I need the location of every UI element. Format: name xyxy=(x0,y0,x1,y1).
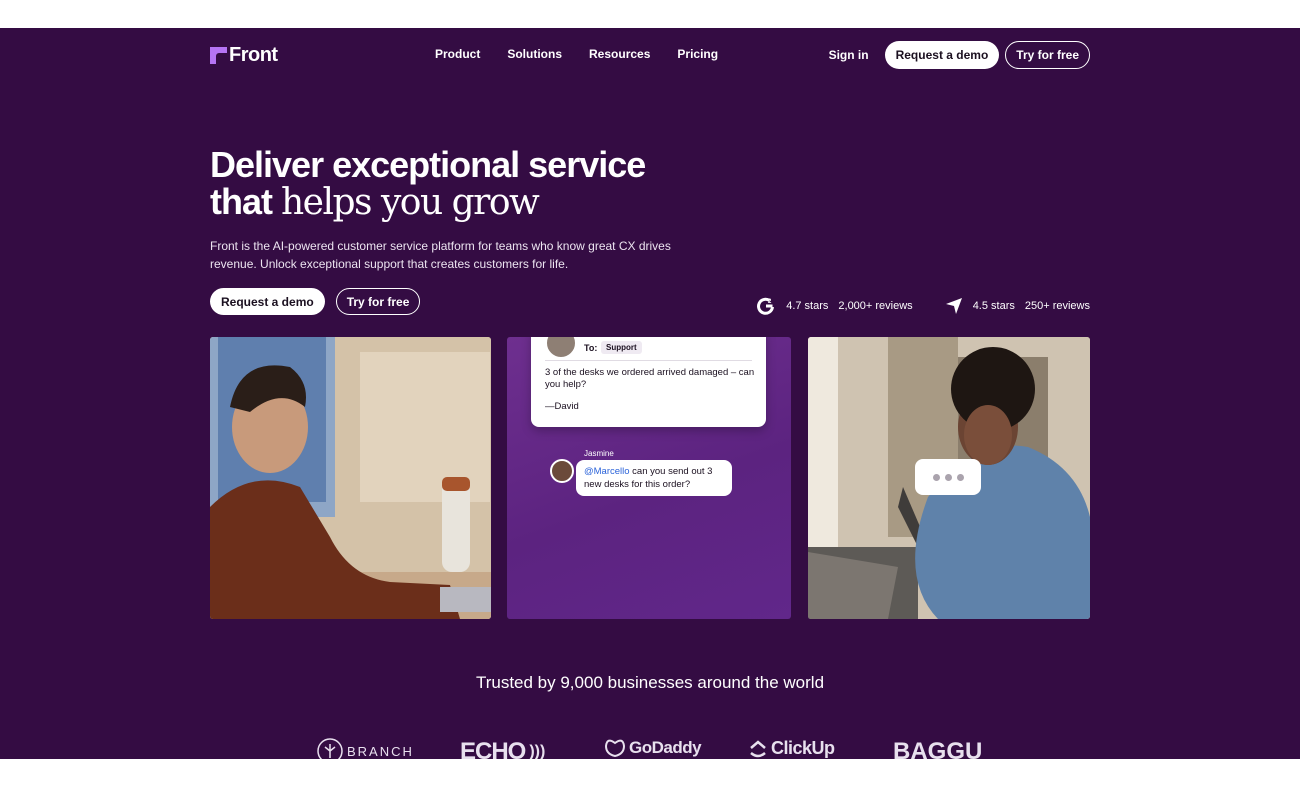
headline-line-2-serif: helps you grow xyxy=(281,182,540,223)
headline-line-1: Deliver exceptional service xyxy=(210,144,646,185)
chat-mention: @Marcello xyxy=(584,466,630,477)
capterra-icon xyxy=(945,298,962,314)
clickup-wordmark: ClickUp xyxy=(771,738,835,758)
email-signature: —David xyxy=(545,401,579,412)
chat-author: Jasmine xyxy=(584,449,614,458)
front-logo[interactable]: Front xyxy=(210,44,278,66)
hero-subtext: Front is the AI-powered customer service… xyxy=(210,239,671,271)
typing-dot xyxy=(944,473,952,481)
chat-avatar xyxy=(550,459,574,483)
photo-woman-at-laptop xyxy=(808,337,1090,619)
echo-waves-icon: ))) xyxy=(529,743,546,759)
photo-man-at-desk xyxy=(210,337,491,619)
chat-bubble: @Marcello can you send out 3 new desks f… xyxy=(576,460,732,496)
logo-text: Front xyxy=(229,43,278,66)
typing-indicator xyxy=(915,459,981,495)
svg-text:2: 2 xyxy=(768,299,772,305)
man-photo-illustration xyxy=(210,337,491,619)
echo-logo: ECHO ))) xyxy=(460,738,545,759)
nav-try-free-button[interactable]: Try for free xyxy=(1005,41,1090,69)
nav-product[interactable]: Product xyxy=(435,47,480,61)
front-logo-mark xyxy=(210,46,227,64)
typing-dot xyxy=(932,473,940,481)
branch-icon xyxy=(317,738,343,759)
email-to-label: To: xyxy=(584,343,598,353)
ratings: 2 4.7 stars 2,000+ reviews 4.5 stars 250… xyxy=(756,296,1090,316)
conversation-card: To: Support 3 of the desks we ordered ar… xyxy=(507,337,791,619)
clickup-logo: ClickUp xyxy=(749,738,835,759)
customer-logos: BRANCH ECHO ))) GoDaddy ClickUp BAGGU xyxy=(317,738,1017,759)
baggu-wordmark: BAGGU xyxy=(893,738,983,759)
g2-reviews: 2,000+ reviews xyxy=(838,300,913,312)
baggu-logo: BAGGU xyxy=(893,738,982,759)
g2-icon: 2 xyxy=(757,297,775,315)
branch-wordmark: BRANCH xyxy=(347,743,414,759)
email-divider xyxy=(545,360,752,361)
main-nav: Product Solutions Resources Pricing xyxy=(435,47,718,61)
nav-actions: Sign in Request a demo Try for free xyxy=(829,41,1090,69)
godaddy-logo: GoDaddy xyxy=(605,738,702,758)
nav-pricing[interactable]: Pricing xyxy=(677,47,718,61)
sender-avatar xyxy=(545,337,577,359)
hero-headline: Deliver exceptional service that helps y… xyxy=(210,144,646,221)
nav-solutions[interactable]: Solutions xyxy=(507,47,562,61)
email-message-card: To: Support 3 of the desks we ordered ar… xyxy=(531,337,766,427)
sign-in-link[interactable]: Sign in xyxy=(829,48,869,62)
godaddy-wordmark: GoDaddy xyxy=(629,738,702,757)
capterra-stars: 4.5 stars xyxy=(972,300,1015,312)
page: Front Product Solutions Resources Pricin… xyxy=(0,28,1300,759)
nav-resources[interactable]: Resources xyxy=(589,47,650,61)
hero-request-demo-button[interactable]: Request a demo xyxy=(210,288,325,315)
headline-line-2: that helps you grow xyxy=(210,183,645,221)
branch-logo: BRANCH xyxy=(317,738,414,759)
godaddy-icon xyxy=(605,739,625,757)
g2-stars: 4.7 stars xyxy=(786,300,829,312)
email-body: 3 of the desks we ordered arrived damage… xyxy=(545,367,755,390)
trusted-title: Trusted by 9,000 businesses around the w… xyxy=(475,673,825,692)
typing-dot xyxy=(956,473,964,481)
clickup-icon xyxy=(750,739,766,757)
capterra-reviews: 250+ reviews xyxy=(1024,300,1090,312)
hero-try-free-button[interactable]: Try for free xyxy=(335,288,421,315)
hero-cta-group: Request a demo Try for free xyxy=(210,288,421,315)
email-to-chip: Support xyxy=(601,341,642,354)
headline-line-2-sans: that xyxy=(210,181,281,222)
echo-wordmark: ECHO xyxy=(460,738,526,759)
nav-request-demo-button[interactable]: Request a demo xyxy=(884,41,1000,69)
